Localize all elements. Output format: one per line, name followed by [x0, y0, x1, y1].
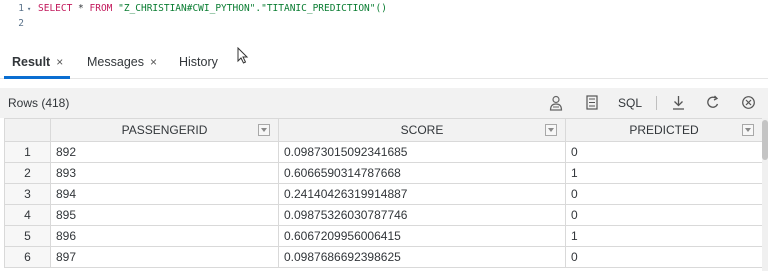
cell-passengerid[interactable]: 892 [50, 141, 279, 163]
person-icon[interactable] [546, 93, 566, 113]
cell-passengerid[interactable]: 894 [50, 183, 279, 205]
sql-keyword: SELECT [38, 3, 73, 14]
table-row[interactable]: 1 892 0.09873015092341685 0 [4, 141, 762, 163]
row-index: 1 [4, 141, 51, 163]
row-number-header [4, 118, 51, 142]
table-row[interactable]: 2 893 0.6066590314787668 1 [4, 162, 762, 184]
column-header-passengerid[interactable]: PASSENGERID [50, 118, 279, 142]
cell-score[interactable]: 0.09875326030787746 [278, 204, 566, 226]
sql-button[interactable]: SQL [614, 93, 646, 113]
cell-predicted[interactable]: 1 [565, 225, 762, 247]
sql-string: "Z_CHRISTIAN#CWI_PYTHON"."TITANIC_PREDIC… [112, 3, 387, 14]
column-header-score[interactable]: SCORE [278, 118, 566, 142]
results-table: PASSENGERID SCORE PREDICTED 1 892 0.0987… [4, 118, 762, 268]
clear-results-icon[interactable] [738, 93, 758, 113]
columns-icon[interactable] [582, 93, 602, 113]
cell-predicted[interactable]: 0 [565, 141, 762, 163]
refresh-icon[interactable] [703, 93, 723, 113]
table-row[interactable]: 4 895 0.09875326030787746 0 [4, 204, 762, 226]
code-line-1[interactable]: 1 ▾ SELECT * FROM "Z_CHRISTIAN#CWI_PYTHO… [0, 2, 768, 16]
code-line-2[interactable]: 2 [0, 17, 768, 31]
filter-icon[interactable] [742, 124, 754, 136]
row-index: 4 [4, 204, 51, 226]
tab-label: History [179, 55, 218, 69]
active-tab-indicator [4, 76, 70, 79]
scrollbar-thumb[interactable] [762, 120, 768, 160]
cell-passengerid[interactable]: 896 [50, 225, 279, 247]
mouse-pointer-icon [237, 47, 249, 64]
cell-predicted[interactable]: 0 [565, 183, 762, 205]
cell-score[interactable]: 0.6066590314787668 [278, 162, 566, 184]
download-icon[interactable] [668, 93, 688, 113]
cell-predicted[interactable]: 0 [565, 204, 762, 226]
sql-token: * [72, 3, 90, 14]
cell-passengerid[interactable]: 893 [50, 162, 279, 184]
cell-predicted[interactable]: 0 [565, 246, 762, 268]
column-header-label: PASSENGERID [121, 123, 208, 137]
column-header-label: SCORE [400, 123, 444, 137]
table-row[interactable]: 6 897 0.0987686692398625 0 [4, 246, 762, 268]
cell-passengerid[interactable]: 895 [50, 204, 279, 226]
cell-predicted[interactable]: 1 [565, 162, 762, 184]
tab-label: Messages [87, 55, 144, 69]
row-index: 3 [4, 183, 51, 205]
row-count: Rows (418) [8, 96, 70, 110]
table-row[interactable]: 5 896 0.6067209956006415 1 [4, 225, 762, 247]
result-tabs: Result × Messages × History [0, 42, 768, 79]
filter-icon[interactable] [258, 124, 270, 136]
row-index: 5 [4, 225, 51, 247]
row-index: 6 [4, 246, 51, 268]
cell-score[interactable]: 0.0987686692398625 [278, 246, 566, 268]
close-icon[interactable]: × [150, 55, 157, 69]
sql-statement[interactable]: SELECT * FROM "Z_CHRISTIAN#CWI_PYTHON"."… [38, 2, 387, 16]
tab-label: Result [12, 55, 51, 69]
toolbar-divider [656, 96, 657, 110]
row-index: 2 [4, 162, 51, 184]
results-grid: PASSENGERID SCORE PREDICTED 1 892 0.0987… [4, 118, 762, 271]
tab-messages[interactable]: Messages × [87, 52, 157, 72]
tab-history[interactable]: History [179, 52, 218, 72]
fold-toggle-icon[interactable]: ▾ [27, 2, 31, 16]
column-header-label: PREDICTED [629, 123, 699, 137]
cell-score[interactable]: 0.6067209956006415 [278, 225, 566, 247]
tab-result[interactable]: Result × [12, 52, 63, 72]
filter-icon[interactable] [545, 124, 557, 136]
vertical-scrollbar[interactable] [762, 118, 768, 271]
result-toolbar: Rows (418) SQL [0, 88, 768, 118]
sql-editor[interactable]: 1 ▾ SELECT * FROM "Z_CHRISTIAN#CWI_PYTHO… [0, 0, 768, 40]
cell-passengerid[interactable]: 897 [50, 246, 279, 268]
cell-score[interactable]: 0.09873015092341685 [278, 141, 566, 163]
header-row: PASSENGERID SCORE PREDICTED [4, 118, 762, 142]
line-number: 1 [18, 3, 24, 14]
cell-score[interactable]: 0.24140426319914887 [278, 183, 566, 205]
table-row[interactable]: 3 894 0.24140426319914887 0 [4, 183, 762, 205]
line-number: 2 [18, 18, 24, 29]
sql-keyword: FROM [89, 3, 113, 14]
close-icon[interactable]: × [56, 55, 63, 69]
column-header-predicted[interactable]: PREDICTED [565, 118, 762, 142]
